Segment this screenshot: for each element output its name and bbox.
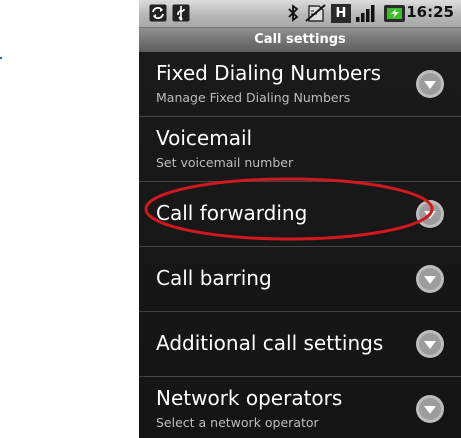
status-bar: H 16:25 <box>139 0 461 28</box>
setting-subtitle: Select a network operator <box>156 415 319 430</box>
battery-charging-icon <box>384 5 405 22</box>
chevron-down-icon <box>416 330 444 358</box>
chevron-down-icon <box>416 200 444 228</box>
sync-icon <box>149 4 167 22</box>
setting-title: Call forwarding <box>156 201 308 225</box>
bluetooth-icon <box>288 4 299 22</box>
setting-call-barring[interactable]: Call barring <box>139 247 461 312</box>
usb-icon <box>172 4 190 22</box>
signal-icon <box>356 5 375 22</box>
chevron-down-icon <box>416 70 444 98</box>
chevron-down-icon <box>416 265 444 293</box>
hsdpa-icon: H <box>331 4 351 23</box>
setting-title: Additional call settings <box>156 331 384 355</box>
network-type-label: H <box>335 6 347 21</box>
page-title: Call settings <box>139 28 461 52</box>
status-clock: 16:25 <box>406 3 454 21</box>
setting-title: Fixed Dialing Numbers <box>156 61 381 85</box>
setting-call-forwarding[interactable]: Call forwarding <box>139 182 461 247</box>
setting-fixed-dialing-numbers[interactable]: Fixed Dialing Numbers Manage Fixed Diali… <box>139 52 461 117</box>
settings-list: Fixed Dialing Numbers Manage Fixed Diali… <box>139 52 461 438</box>
setting-subtitle: Manage Fixed Dialing Numbers <box>156 90 351 105</box>
setting-network-operators[interactable]: Network operators Select a network opera… <box>139 377 461 438</box>
setting-subtitle: Set voicemail number <box>156 155 294 170</box>
chevron-down-icon <box>416 395 444 423</box>
setting-additional-call-settings[interactable]: Additional call settings <box>139 312 461 377</box>
no-sim-icon <box>305 4 326 22</box>
phone-screen: H 16:25 Call settings Fixed Dialing Numb… <box>139 0 461 438</box>
setting-voicemail[interactable]: Voicemail Set voicemail number <box>139 117 461 182</box>
setting-title: Call barring <box>156 266 272 290</box>
setting-title: Network operators <box>156 386 343 410</box>
stray-dot <box>0 57 2 59</box>
setting-title: Voicemail <box>156 126 253 150</box>
